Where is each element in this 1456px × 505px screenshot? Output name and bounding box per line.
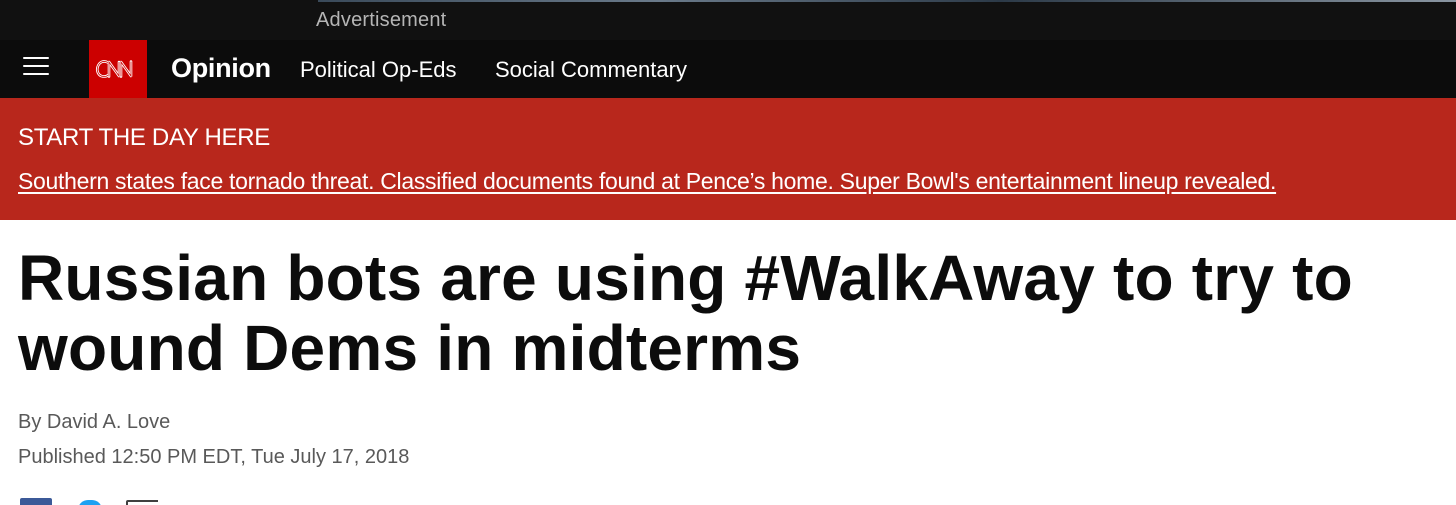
advertisement-strip: Advertisement (0, 0, 1456, 40)
top-navigation-bar: Opinion Political Op-Eds Social Commenta… (0, 40, 1456, 98)
article-byline[interactable]: By David A. Love (18, 411, 170, 434)
nav-link-social-commentary[interactable]: Social Commentary (495, 57, 687, 83)
cnn-logo[interactable] (89, 40, 147, 98)
article-headline: Russian bots are using #WalkAway to try … (18, 242, 1353, 384)
nav-section-opinion[interactable]: Opinion (171, 53, 271, 84)
start-the-day-banner: START THE DAY HERE Southern states face … (0, 98, 1456, 220)
facebook-icon[interactable] (20, 498, 52, 505)
article-published-date: Published 12:50 PM EDT, Tue July 17, 201… (18, 446, 410, 468)
twitter-icon[interactable] (74, 498, 106, 505)
banner-kicker: START THE DAY HERE (18, 124, 271, 151)
advertisement-label: Advertisement (316, 9, 447, 31)
banner-headline-link[interactable]: Southern states face tornado threat. Cla… (18, 168, 1276, 195)
advertisement-image[interactable] (318, 0, 1456, 2)
email-icon[interactable] (126, 498, 158, 505)
nav-link-political-op-eds[interactable]: Political Op-Eds (300, 57, 457, 83)
cnn-logo-mark (95, 60, 133, 78)
hamburger-menu-icon[interactable] (23, 55, 49, 77)
